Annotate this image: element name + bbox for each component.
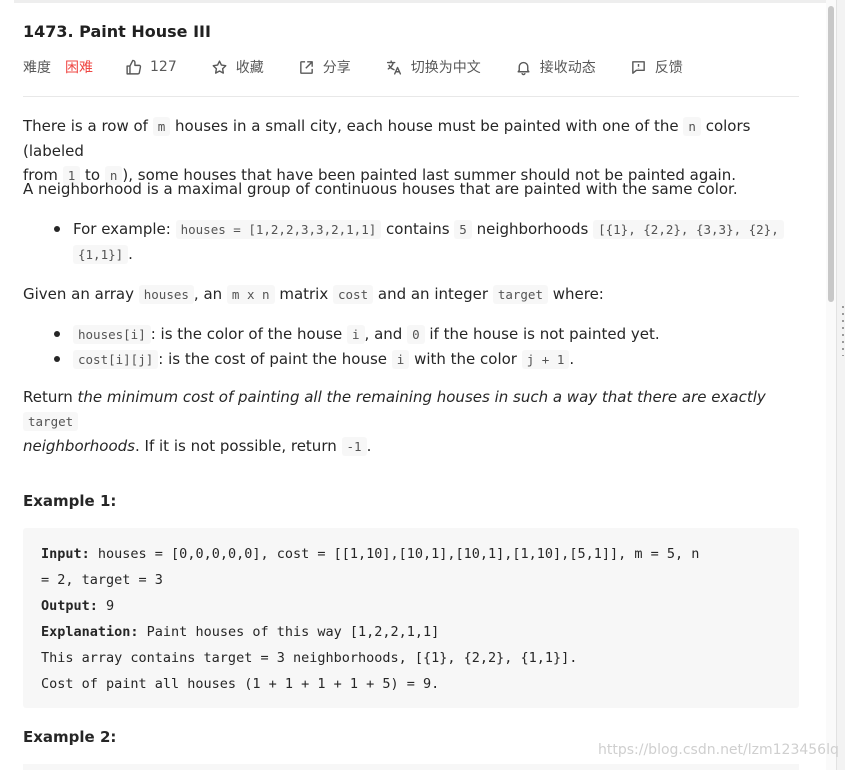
watermark: https://blog.csdn.net/lzm123456lq <box>598 742 839 758</box>
example-2-codeblock <box>23 764 799 770</box>
text: For example: <box>73 220 176 238</box>
text: neighborhoods <box>471 220 594 238</box>
inline-code: cost <box>333 285 374 304</box>
text: Return <box>23 388 78 406</box>
code-line: Output: 9 <box>41 593 781 619</box>
text: with the color <box>409 350 522 368</box>
like-button[interactable]: 127 <box>125 59 177 76</box>
inline-code: target <box>492 285 548 304</box>
code-text: 9 <box>97 598 115 614</box>
inline-code: houses[i] <box>73 325 151 344</box>
example-2-title: Example 2: <box>23 728 117 746</box>
text: : is the cost of paint the house <box>158 350 392 368</box>
inline-code: 5 <box>454 220 472 239</box>
text: and an integer <box>373 285 493 303</box>
like-count: 127 <box>150 59 177 75</box>
text: Given an array <box>23 285 139 303</box>
code-line: Input: houses = [0,0,0,0,0], cost = [[1,… <box>41 541 781 567</box>
top-border <box>14 0 826 3</box>
bell-icon <box>517 61 530 75</box>
translate-icon <box>386 59 401 75</box>
code-label: Explanation: <box>41 624 139 640</box>
panel-resize-edge[interactable] <box>836 0 845 770</box>
text: : is the color of the house <box>150 325 348 343</box>
list-item: For example: houses = [1,2,2,3,3,2,1,1] … <box>23 217 799 267</box>
text: . <box>366 437 372 455</box>
example-1-codeblock: Input: houses = [0,0,0,0,0], cost = [[1,… <box>23 528 799 708</box>
code-text: houses = [0,0,0,0,0], cost = [[1,10],[10… <box>89 546 700 562</box>
page: 1473. Paint House III 难度 困难 127 收藏 分享 切换… <box>0 0 845 770</box>
header-divider <box>23 96 799 97</box>
problem-meta-bar: 难度 困难 127 收藏 分享 切换为中文 接收动态 反馈 <box>23 57 683 77</box>
list-item: cost[i][j]: is the cost of paint the hou… <box>23 347 799 372</box>
favorite-label: 收藏 <box>235 60 264 76</box>
favorite-button[interactable]: 收藏 <box>211 57 264 77</box>
inline-code: n <box>683 117 701 136</box>
share-icon <box>299 60 313 74</box>
subscribe-label: 接收动态 <box>539 60 596 76</box>
inline-code: j + 1 <box>521 350 570 369</box>
inline-code: [{1}, {2,2}, {3,3}, {2}, <box>593 220 784 239</box>
text: if the house is not painted yet. <box>424 325 660 343</box>
code-line: = 2, target = 3 <box>41 572 163 588</box>
code-line: Explanation: Paint houses of this way [1… <box>41 619 781 645</box>
list-item: houses[i]: is the color of the house i, … <box>23 322 799 347</box>
text: There is a row of <box>23 117 153 135</box>
feedback-button[interactable]: 反馈 <box>630 57 683 77</box>
difficulty-badge: 困难 <box>65 60 93 76</box>
text: houses in a small city, each house must … <box>170 117 684 135</box>
text: contains <box>381 220 455 238</box>
text: , an <box>193 285 227 303</box>
text: , and <box>364 325 408 343</box>
code-text: Paint houses of this way [1,2,2,1,1] <box>138 624 440 640</box>
inline-code: {1,1}] <box>73 245 129 264</box>
example-1-title: Example 1: <box>23 492 117 510</box>
emphasis-text: neighborhoods <box>23 437 135 455</box>
code-label: Input: <box>41 546 90 562</box>
resize-grip-icon[interactable] <box>842 306 844 356</box>
star-icon <box>212 59 227 74</box>
text: matrix <box>274 285 333 303</box>
text: . <box>128 245 133 263</box>
code-line: Cost of paint all houses (1 + 1 + 1 + 1 … <box>41 676 440 692</box>
feedback-label: 反馈 <box>654 60 683 76</box>
thumbs-up-icon <box>126 59 142 75</box>
code-label: Output: <box>41 598 98 614</box>
emphasis-text: the minimum cost of painting all the rem… <box>77 388 766 406</box>
subscribe-button[interactable]: 接收动态 <box>515 57 596 77</box>
description-paragraph-3: Given an array houses, an m x n matrix c… <box>23 282 799 307</box>
inline-code: i <box>347 325 365 344</box>
feedback-icon <box>631 60 645 74</box>
inline-code: cost[i][j] <box>73 350 159 369</box>
problem-title: 1473. Paint House III <box>23 22 211 41</box>
share-label: 分享 <box>322 60 351 76</box>
inline-code: 0 <box>407 325 425 344</box>
switch-language-label: 切换为中文 <box>410 60 481 76</box>
inline-code: m <box>152 117 171 136</box>
switch-language-button[interactable]: 切换为中文 <box>385 57 481 77</box>
inline-code: houses <box>138 285 194 304</box>
inline-code: houses = [1,2,2,3,3,2,1,1] <box>175 220 382 239</box>
text: . If it is not possible, return <box>135 437 342 455</box>
definition-bullet-list: houses[i]: is the color of the house i, … <box>23 322 799 372</box>
text: . <box>569 350 575 368</box>
inline-code: i <box>391 350 410 369</box>
difficulty-label: 难度 <box>23 60 51 76</box>
inline-code: target <box>23 412 79 431</box>
inline-code: m x n <box>226 285 275 304</box>
description-paragraph-4: Return the minimum cost of painting all … <box>23 385 799 459</box>
scrollbar-thumb[interactable] <box>828 6 834 302</box>
share-button[interactable]: 分享 <box>298 57 351 77</box>
example-bullet-list: For example: houses = [1,2,2,3,3,2,1,1] … <box>23 217 799 267</box>
code-line: This array contains target = 3 neighborh… <box>41 650 578 666</box>
description-paragraph-2: A neighborhood is a maximal group of con… <box>23 180 738 198</box>
text: where: <box>547 285 604 303</box>
inline-code: -1 <box>341 437 367 456</box>
